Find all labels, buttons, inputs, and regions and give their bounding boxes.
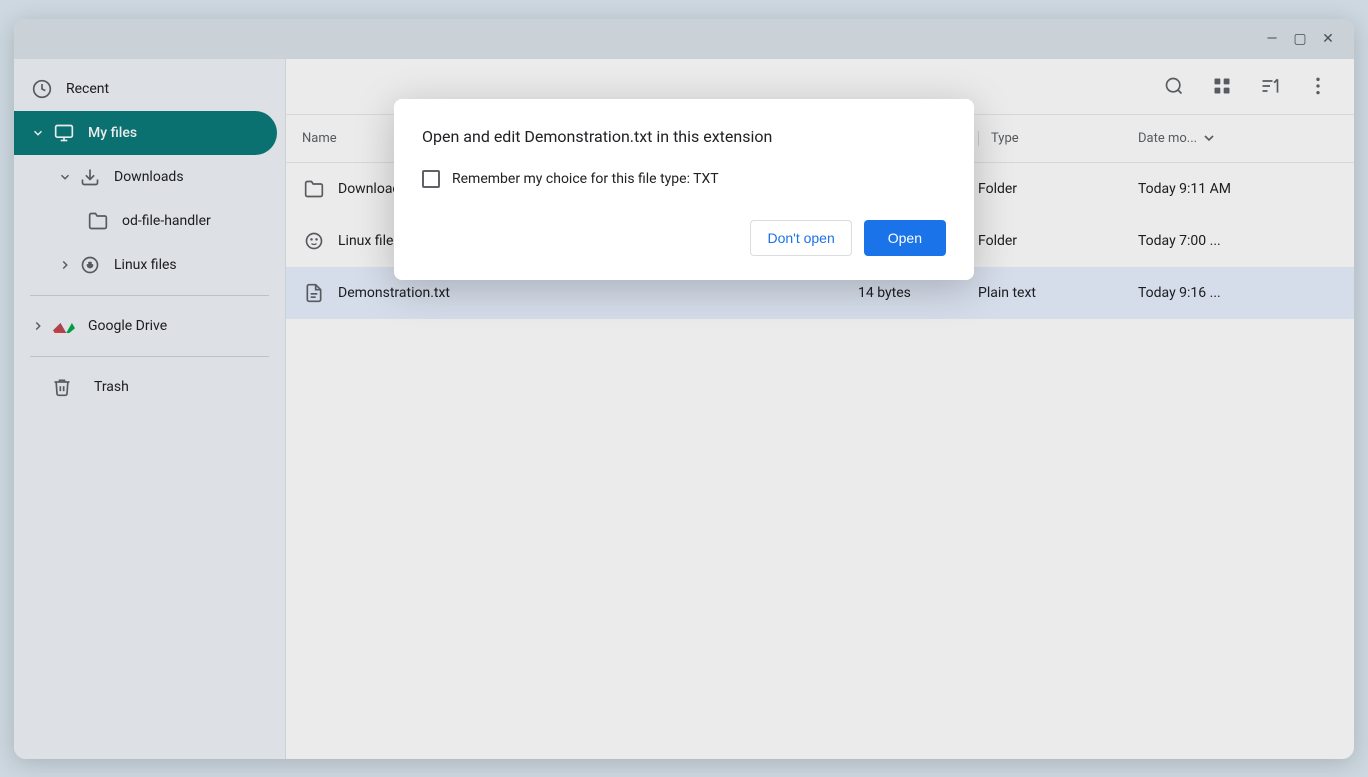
app-window: — ▢ ✕ Recent [14,19,1354,759]
dialog-actions: Don't open Open [422,220,946,256]
dialog-title: Open and edit Demonstration.txt in this … [422,127,946,146]
dont-open-button[interactable]: Don't open [750,220,851,256]
remember-choice-checkbox[interactable] [422,170,440,188]
open-file-dialog: Open and edit Demonstration.txt in this … [394,99,974,280]
dialog-overlay: Open and edit Demonstration.txt in this … [14,19,1354,759]
remember-choice-label: Remember my choice for this file type: T… [452,171,719,187]
remember-choice-row[interactable]: Remember my choice for this file type: T… [422,170,946,188]
open-button[interactable]: Open [864,220,946,256]
